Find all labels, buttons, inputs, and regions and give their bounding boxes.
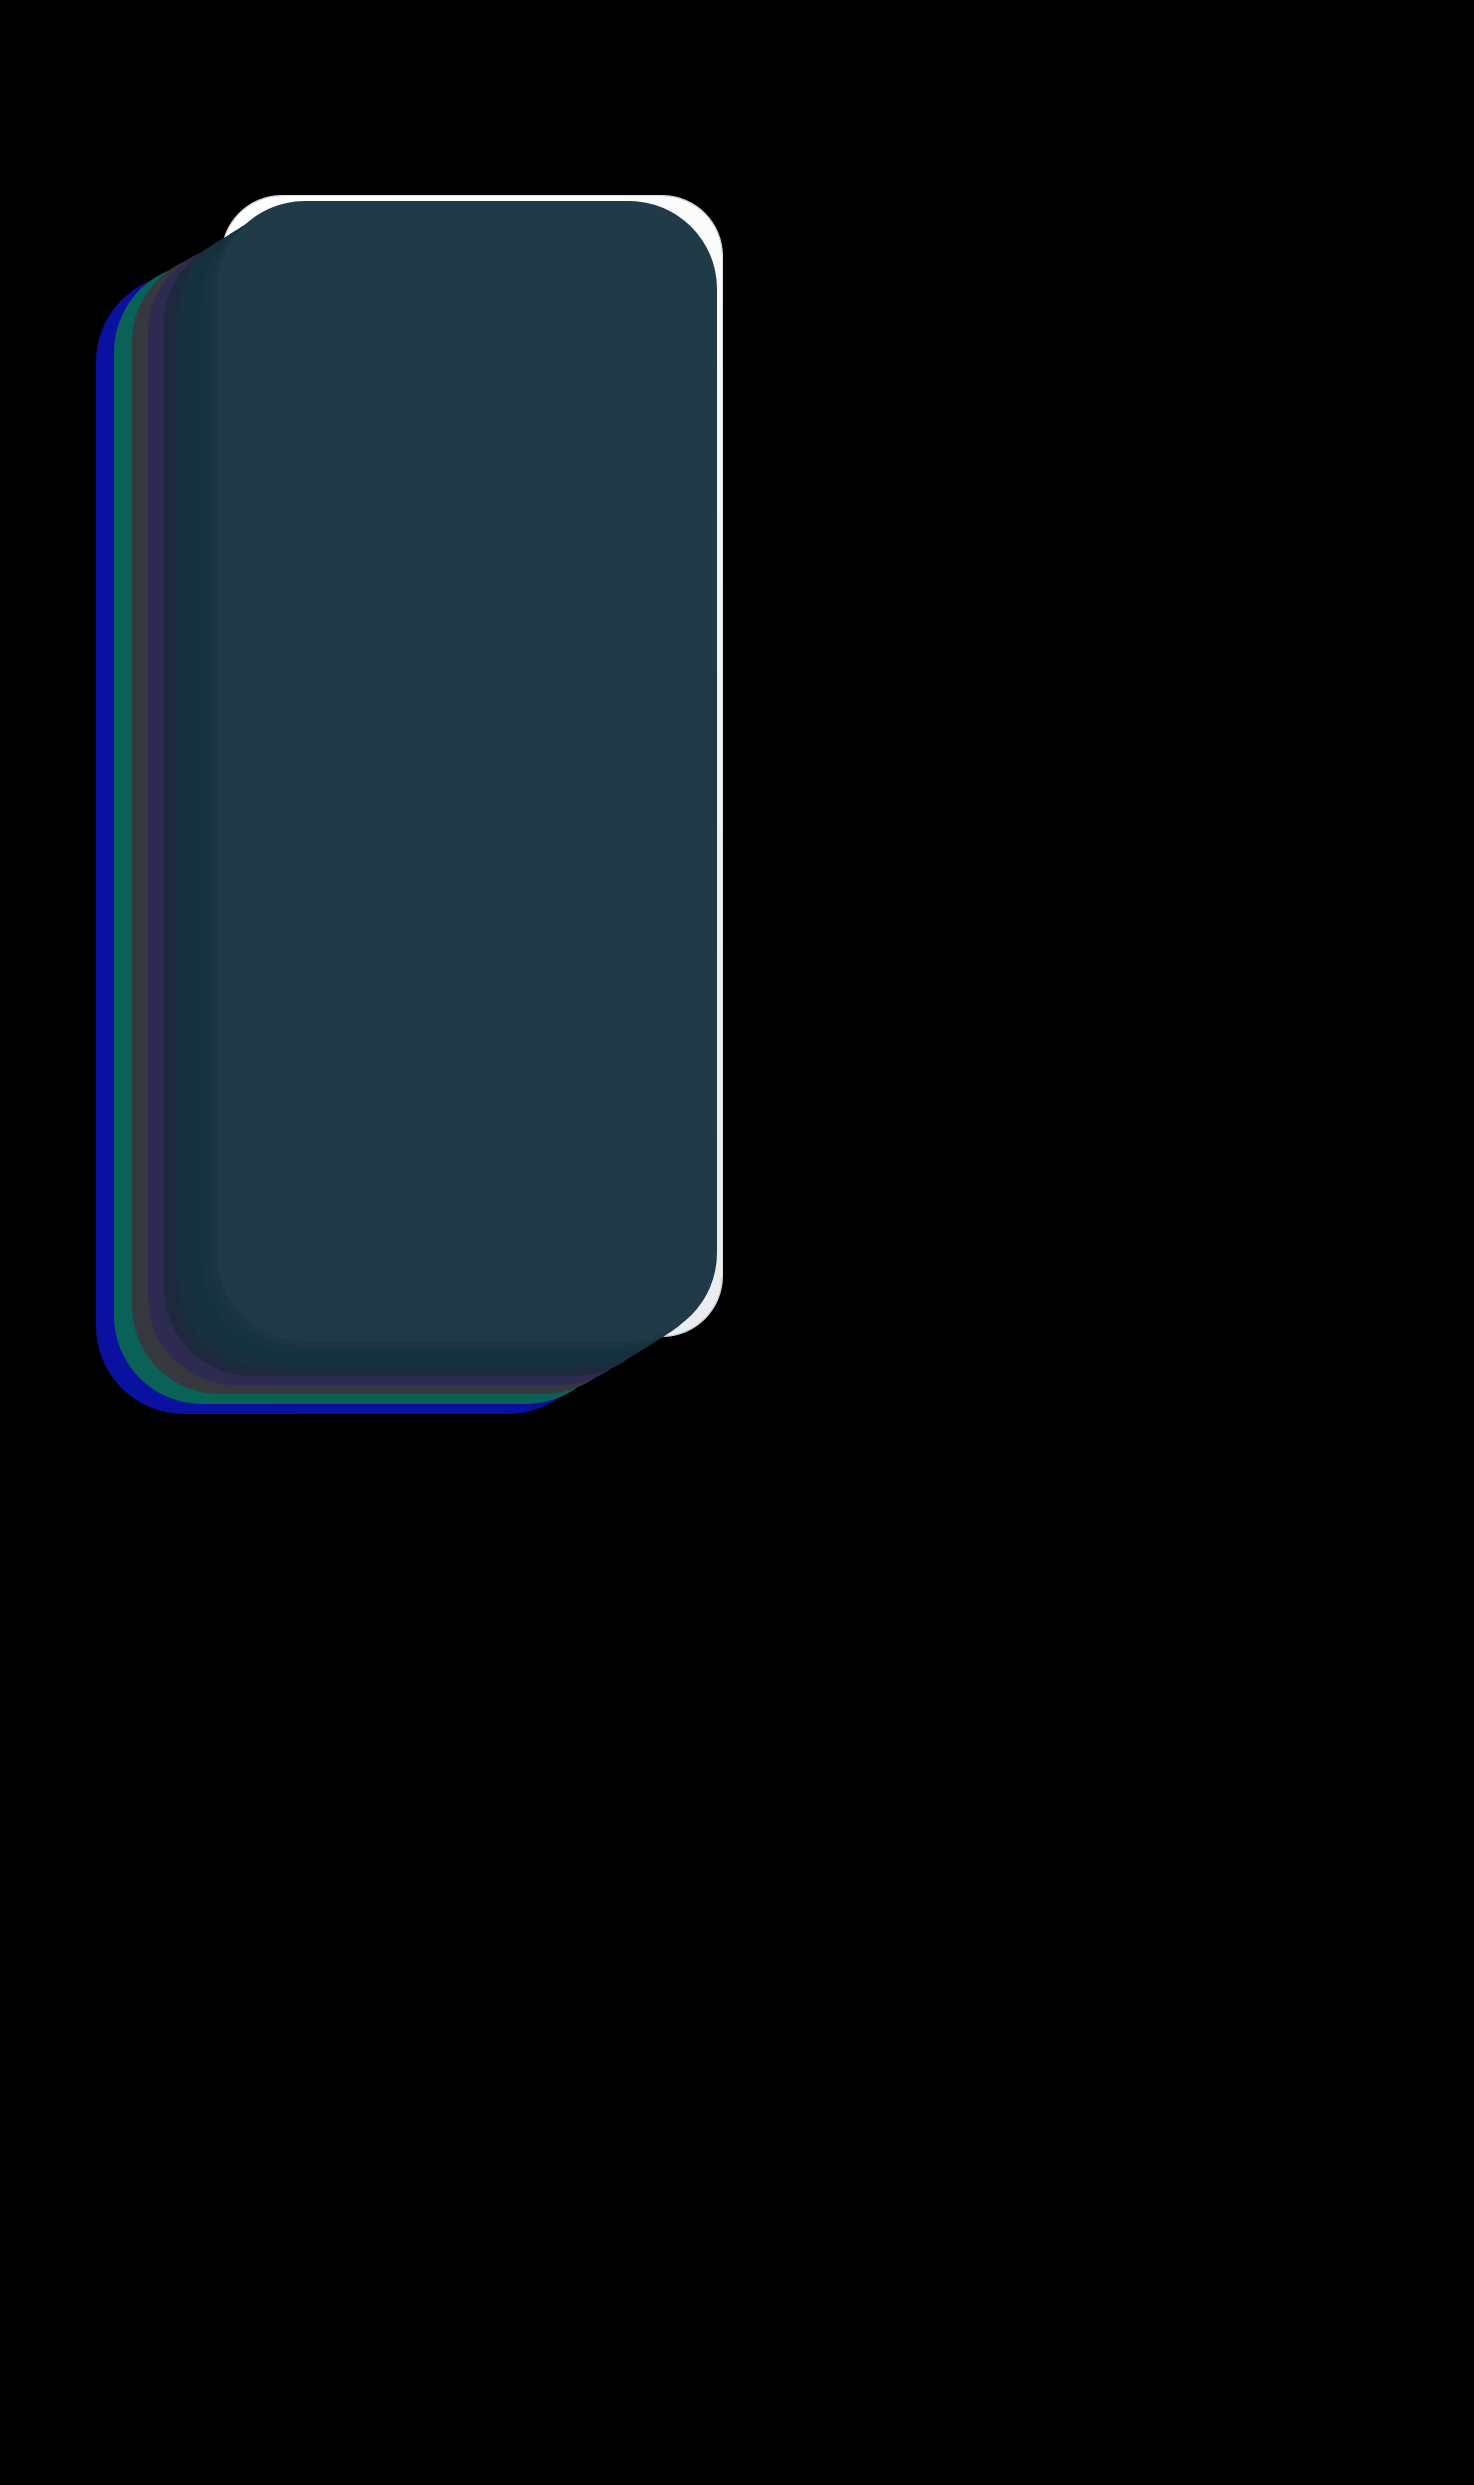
backdrop-layer — [217, 201, 717, 1341]
screenshot-stage: 12:00 AP SHIFT BID — [0, 0, 1474, 2485]
